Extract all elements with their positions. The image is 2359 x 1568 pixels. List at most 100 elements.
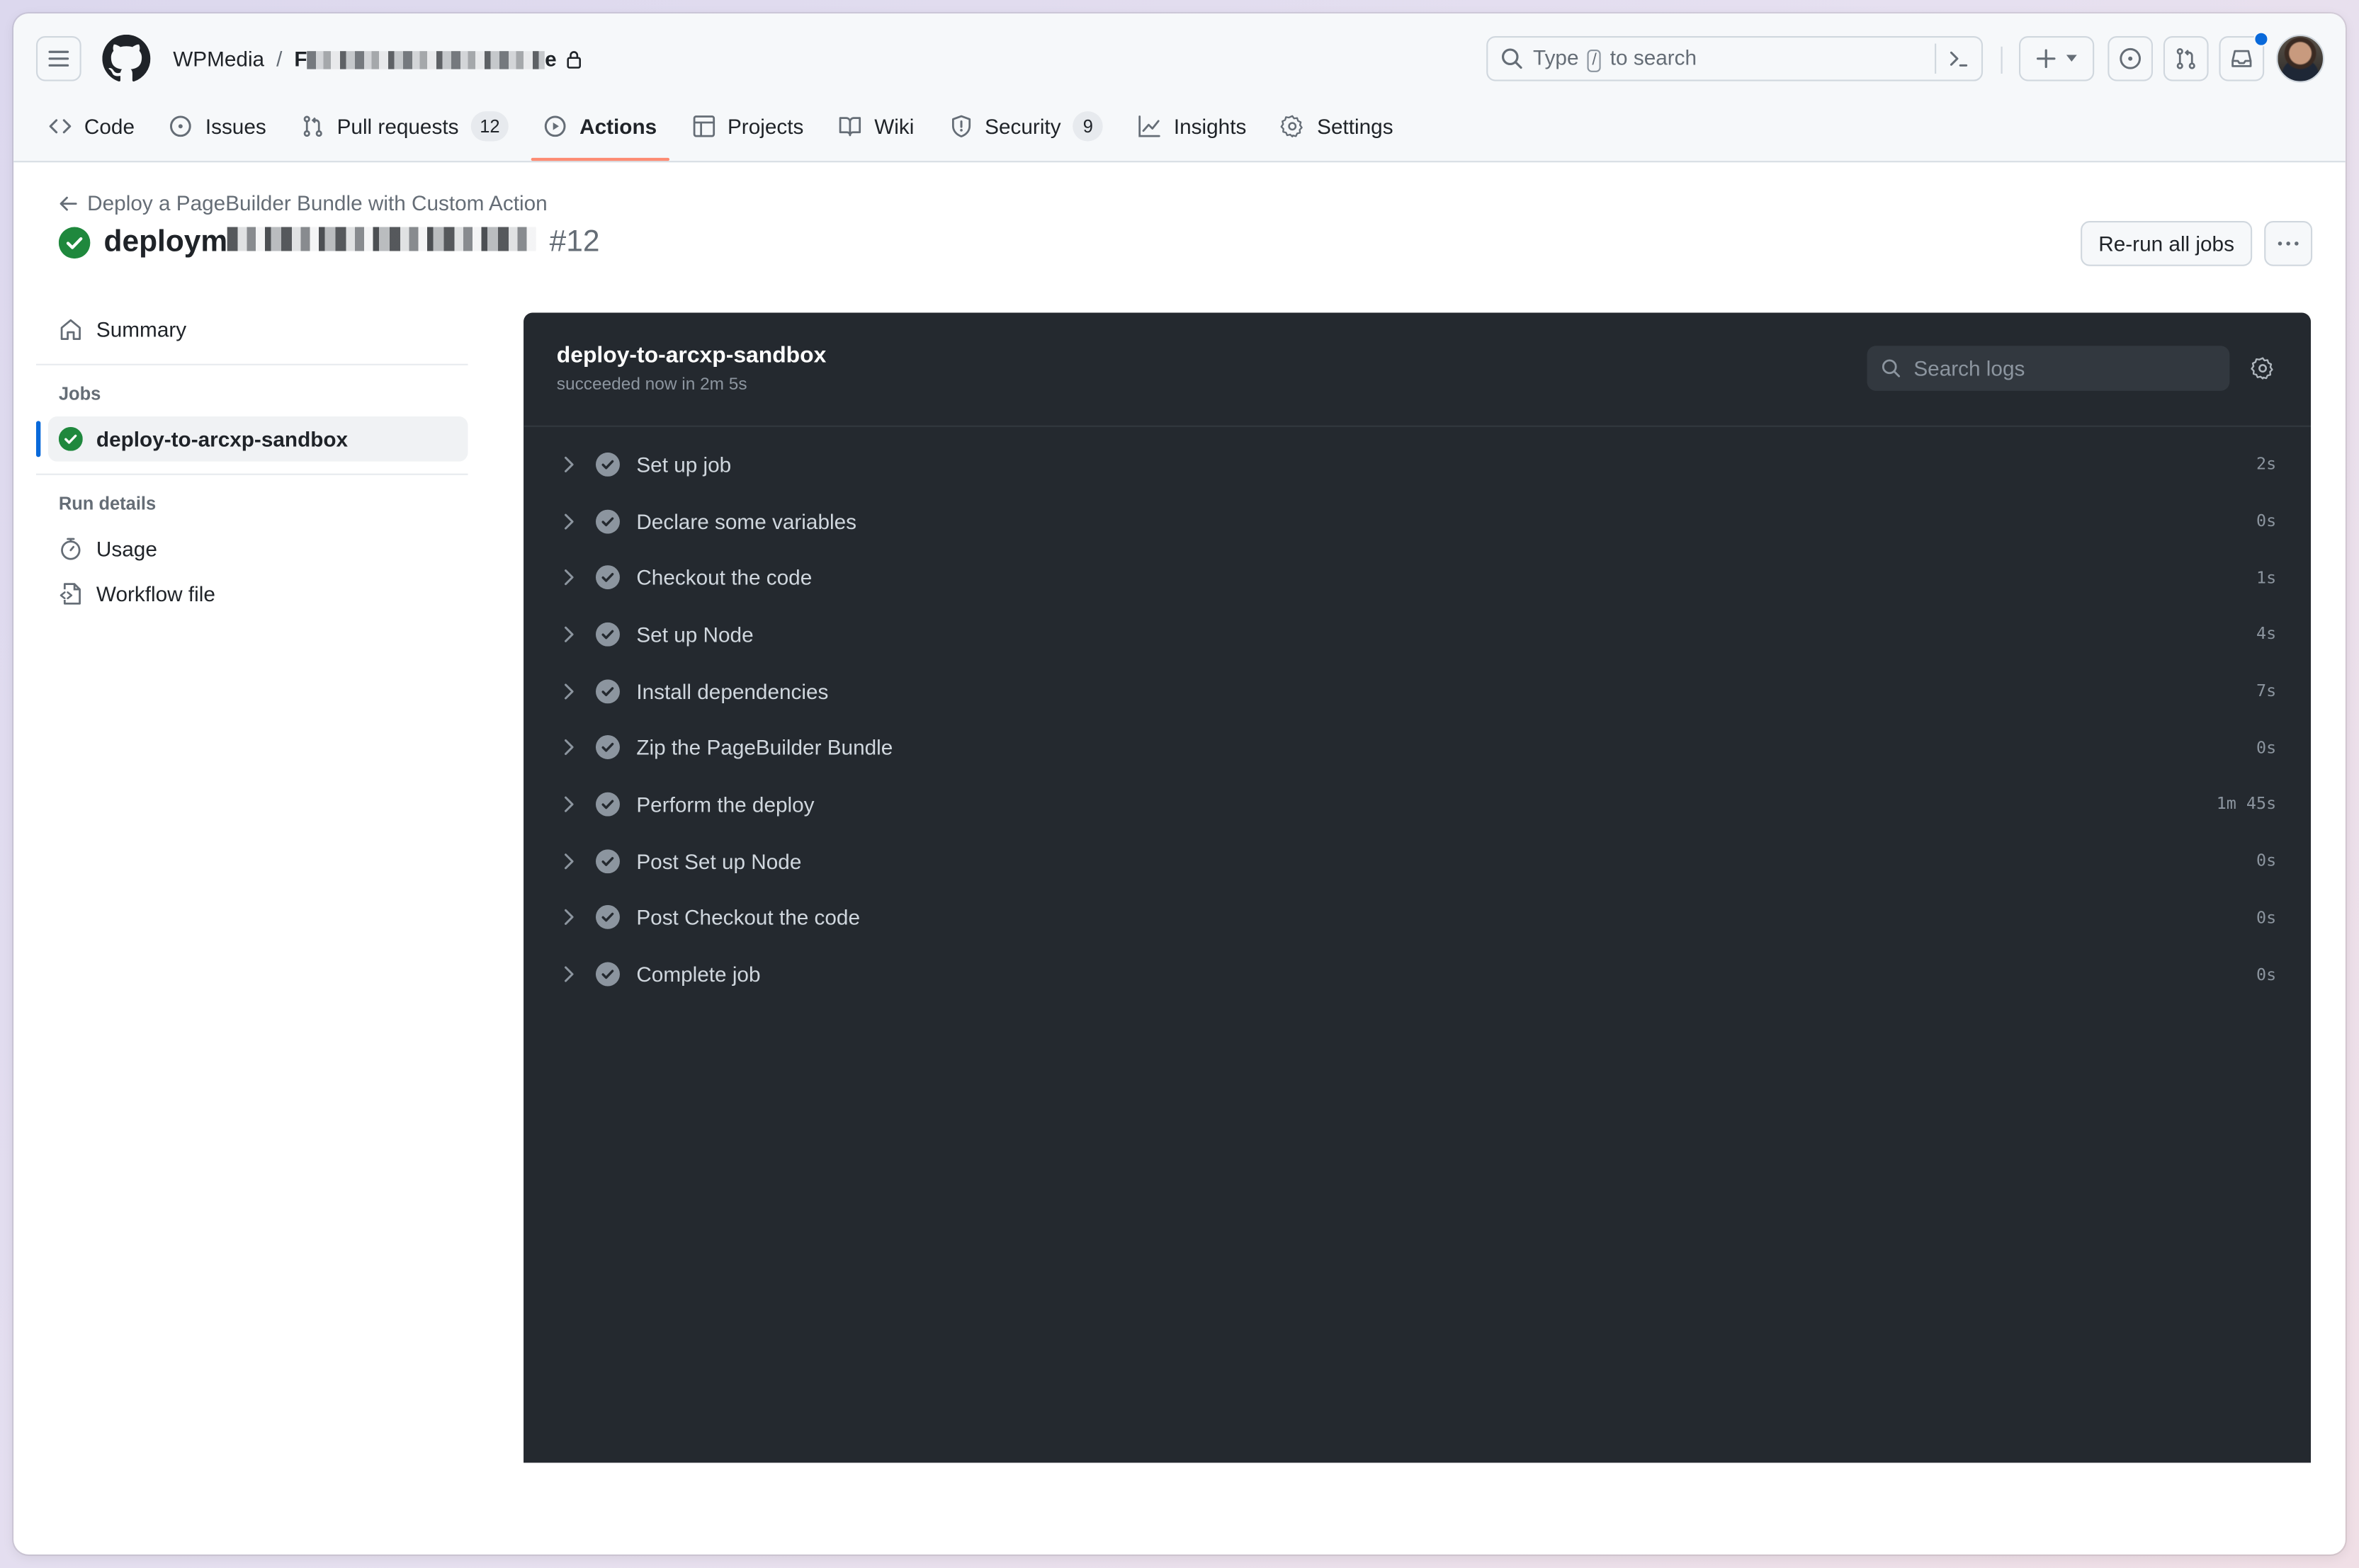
org-link[interactable]: WPMedia bbox=[173, 47, 264, 71]
breadcrumb-separator: / bbox=[276, 46, 283, 71]
tab-pull-requests[interactable]: Pull requests 12 bbox=[289, 103, 521, 149]
global-search-input[interactable]: Type / to search bbox=[1486, 35, 1984, 81]
job-step[interactable]: Declare some variables 0s bbox=[524, 493, 2311, 550]
repo-link[interactable]: Fe bbox=[294, 47, 556, 71]
job-step[interactable]: Complete job 0s bbox=[524, 946, 2311, 1003]
sidebar-item-label: Summary bbox=[96, 317, 187, 341]
job-step[interactable]: Post Checkout the code 0s bbox=[524, 890, 2311, 946]
book-icon bbox=[839, 117, 861, 137]
sidebar-item-workflow-file[interactable]: Workflow file bbox=[36, 572, 468, 617]
issue-opened-icon bbox=[2120, 47, 2142, 69]
git-pull-request-icon bbox=[303, 115, 322, 137]
tab-settings[interactable]: Settings bbox=[1269, 103, 1405, 149]
sidebar-job-item[interactable]: deploy-to-arcxp-sandbox bbox=[35, 416, 468, 462]
home-icon bbox=[60, 319, 81, 341]
terminal-icon bbox=[1950, 51, 1968, 67]
sidebar-item-label: Workflow file bbox=[96, 581, 215, 606]
job-step[interactable]: Perform the deploy 1m 45s bbox=[524, 776, 2311, 833]
page-title: deploym #12 bbox=[58, 225, 600, 260]
check-circle-fill-icon bbox=[595, 678, 620, 703]
search-logs-placeholder: Search logs bbox=[1913, 356, 2025, 381]
screen: WPMedia / Fe Type / to search Code Issue… bbox=[0, 0, 2359, 1568]
tab-wiki[interactable]: Wiki bbox=[826, 103, 926, 149]
create-new-button[interactable] bbox=[2019, 35, 2095, 81]
job-step[interactable]: Post Set up Node 0s bbox=[524, 833, 2311, 890]
tab-label: Issues bbox=[205, 114, 266, 139]
file-code-icon bbox=[60, 583, 81, 605]
rerun-all-jobs-button[interactable]: Re-run all jobs bbox=[2081, 221, 2253, 266]
your-pull-requests-button[interactable] bbox=[2163, 35, 2209, 81]
gear-icon bbox=[2251, 357, 2273, 380]
repo-name-suffix: e bbox=[545, 46, 557, 71]
step-duration: 0s bbox=[2256, 737, 2277, 758]
check-circle-fill-icon bbox=[595, 848, 620, 873]
check-circle-fill-icon bbox=[595, 792, 620, 817]
run-name: deploym bbox=[104, 225, 536, 260]
step-name: Set up job bbox=[636, 452, 732, 477]
step-name: Set up Node bbox=[636, 622, 754, 647]
run-number: #12 bbox=[549, 225, 600, 259]
tab-issues[interactable]: Issues bbox=[157, 103, 278, 149]
sidebar-item-summary[interactable]: Summary bbox=[36, 307, 468, 352]
step-duration: 7s bbox=[2256, 681, 2277, 701]
chevron-right-icon bbox=[565, 683, 574, 699]
user-avatar[interactable] bbox=[2276, 34, 2325, 83]
step-name: Install dependencies bbox=[636, 678, 829, 703]
git-pull-request-icon bbox=[2176, 48, 2195, 69]
job-status-text: succeeded now in 2m 5s bbox=[556, 375, 747, 394]
unread-notification-dot bbox=[2253, 31, 2269, 47]
tab-security[interactable]: Security 9 bbox=[937, 103, 1115, 149]
table-icon bbox=[692, 115, 715, 137]
log-settings-button[interactable] bbox=[2251, 356, 2275, 388]
more-options-button[interactable] bbox=[2264, 221, 2313, 266]
step-duration: 0s bbox=[2256, 907, 2277, 928]
your-issues-button[interactable] bbox=[2108, 35, 2154, 81]
global-menu-button[interactable] bbox=[35, 35, 81, 81]
arrow-left-icon bbox=[60, 195, 77, 210]
sidebar-divider bbox=[35, 473, 468, 475]
issue-opened-icon bbox=[170, 115, 192, 137]
notifications-button[interactable] bbox=[2219, 31, 2269, 81]
tab-label: Insights bbox=[1173, 114, 1247, 139]
triangle-down-icon bbox=[2066, 55, 2077, 62]
step-name: Complete job bbox=[636, 962, 761, 987]
jobs-heading: Jobs bbox=[58, 383, 101, 405]
back-to-workflow-link[interactable]: Deploy a PageBuilder Bundle with Custom … bbox=[59, 191, 548, 215]
step-name: Zip the PageBuilder Bundle bbox=[636, 735, 893, 760]
command-palette-button[interactable] bbox=[1935, 43, 1981, 74]
job-step[interactable]: Zip the PageBuilder Bundle 0s bbox=[524, 720, 2311, 776]
job-step[interactable]: Set up Node 4s bbox=[524, 606, 2311, 663]
chevron-right-icon bbox=[565, 513, 574, 529]
step-duration: 1m 45s bbox=[2216, 794, 2277, 814]
kebab-horizontal-icon bbox=[2278, 242, 2299, 246]
chevron-right-icon bbox=[565, 626, 574, 642]
step-duration: 4s bbox=[2256, 624, 2277, 644]
check-circle-fill-icon bbox=[595, 622, 620, 647]
github-logo-icon[interactable] bbox=[102, 34, 151, 83]
play-icon bbox=[545, 115, 567, 137]
gear-icon bbox=[1281, 115, 1303, 137]
tab-insights[interactable]: Insights bbox=[1126, 103, 1258, 149]
code-icon bbox=[49, 119, 72, 134]
chevron-right-icon bbox=[565, 853, 574, 869]
chevron-right-icon bbox=[565, 739, 574, 756]
repo-name-prefix: F bbox=[294, 46, 307, 71]
check-circle-fill-icon bbox=[595, 452, 620, 477]
repo-nav-tabs: Code Issues Pull requests 12 Actions Pro… bbox=[36, 103, 1415, 161]
job-step[interactable]: Set up job 2s bbox=[524, 436, 2311, 493]
job-step[interactable]: Checkout the code 1s bbox=[524, 550, 2311, 606]
sidebar-item-usage[interactable]: Usage bbox=[36, 526, 468, 572]
stopwatch-icon bbox=[61, 538, 81, 560]
chevron-right-icon bbox=[565, 966, 574, 982]
tab-code[interactable]: Code bbox=[36, 103, 147, 149]
search-icon bbox=[1501, 48, 1522, 69]
tab-projects[interactable]: Projects bbox=[679, 103, 815, 149]
check-circle-fill-icon bbox=[595, 905, 620, 930]
search-logs-input[interactable]: Search logs bbox=[1867, 346, 2230, 391]
chevron-right-icon bbox=[565, 569, 574, 586]
shield-icon bbox=[951, 115, 971, 137]
tab-actions[interactable]: Actions bbox=[531, 103, 669, 161]
job-step[interactable]: Install dependencies 7s bbox=[524, 663, 2311, 720]
search-placeholder: Type / to search bbox=[1533, 45, 1697, 72]
tab-label: Settings bbox=[1317, 114, 1393, 139]
